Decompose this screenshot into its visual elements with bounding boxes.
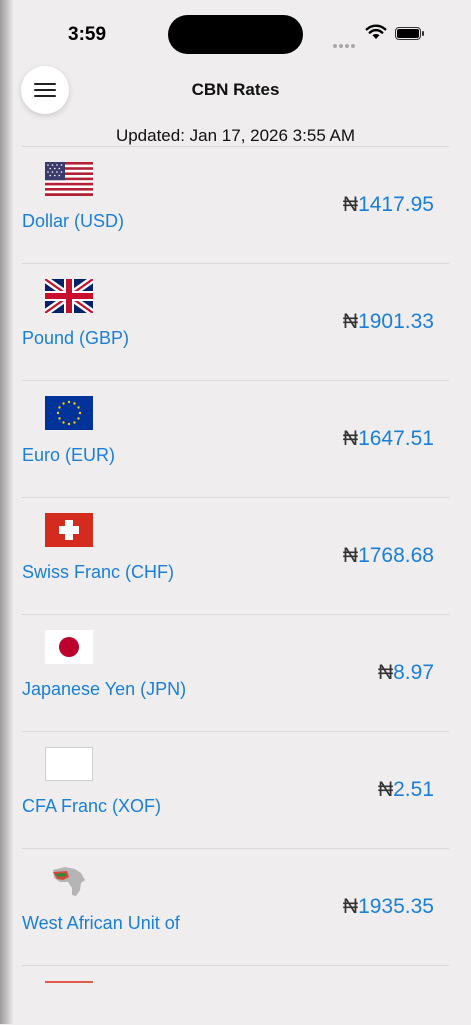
uk-flag-icon — [45, 279, 93, 313]
rate-value: 8.97 — [393, 661, 434, 684]
dynamic-island — [168, 15, 303, 54]
rate-value: 2.51 — [393, 778, 434, 801]
naira-symbol: ₦ — [342, 193, 359, 216]
currency-rate: ₦1647.51 — [343, 427, 434, 451]
swiss-flag-icon — [45, 513, 93, 547]
currency-name: West African Unit of — [22, 913, 180, 933]
currency-name: Dollar (USD) — [22, 211, 125, 231]
currency-rate: ₦1935.35 — [343, 895, 434, 919]
rate-row-jpy[interactable]: Japanese Yen (JPN) ₦8.97 — [22, 614, 449, 731]
naira-symbol: ₦ — [342, 544, 359, 567]
rate-row-partial[interactable] — [22, 965, 449, 1025]
naira-symbol: ₦ — [342, 895, 359, 918]
last-updated-text: Updated: Jan 17, 2026 3:55 AM — [115, 126, 356, 145]
rate-value: 1768.68 — [358, 544, 434, 567]
africa-map-icon — [45, 864, 93, 898]
rate-row-xof[interactable]: CFA Franc (XOF) ₦2.51 — [22, 731, 449, 848]
blank-flag-icon — [45, 747, 93, 781]
status-time: 3:59 — [68, 24, 107, 45]
currency-name: Pound (GBP) — [22, 328, 130, 348]
currency-rate: ₦2.51 — [378, 778, 434, 802]
drawer-edge-shadow — [0, 0, 14, 1024]
naira-symbol: ₦ — [377, 661, 394, 684]
rate-value: 1417.95 — [358, 193, 434, 216]
rate-row-chf[interactable]: Swiss Franc (CHF) ₦1768.68 — [22, 497, 449, 614]
battery-icon — [395, 27, 424, 40]
rate-row-usd[interactable]: Dollar (USD) ₦1417.95 — [22, 146, 449, 263]
currency-name: Euro (EUR) — [22, 445, 116, 465]
rate-value: 1901.33 — [358, 310, 434, 333]
rate-row-wau[interactable]: West African Unit of ₦1935.35 — [22, 848, 449, 965]
page-title: CBN Rates — [191, 80, 280, 99]
currency-rate: ₦1417.95 — [343, 193, 434, 217]
rate-row-gbp[interactable]: Pound (GBP) ₦1901.33 — [22, 263, 449, 380]
currency-rate: ₦1901.33 — [343, 310, 434, 334]
rate-row-eur[interactable]: Euro (EUR) ₦1647.51 — [22, 380, 449, 497]
naira-symbol: ₦ — [342, 427, 359, 450]
currency-rate: ₦1768.68 — [343, 544, 434, 568]
currency-rate: ₦8.97 — [378, 661, 434, 685]
currency-name: Japanese Yen (JPN) — [22, 679, 187, 699]
currency-name: Swiss Franc (CHF) — [22, 562, 174, 582]
japan-flag-icon — [45, 630, 93, 664]
eu-flag-icon — [45, 396, 93, 430]
rates-list: Dollar (USD) ₦1417.95 Pound (GBP) ₦1901.… — [22, 146, 449, 1025]
rate-value: 1935.35 — [358, 895, 434, 918]
currency-name: CFA Franc (XOF) — [22, 796, 162, 816]
naira-symbol: ₦ — [377, 778, 394, 801]
naira-symbol: ₦ — [342, 310, 359, 333]
us-flag-icon — [45, 162, 93, 196]
flag-icon-partial — [45, 981, 93, 1015]
status-bar: 3:59 — [0, 0, 471, 70]
rate-value: 1647.51 — [358, 427, 434, 450]
wifi-icon — [365, 23, 387, 45]
cellular-signal-icon — [333, 35, 357, 53]
